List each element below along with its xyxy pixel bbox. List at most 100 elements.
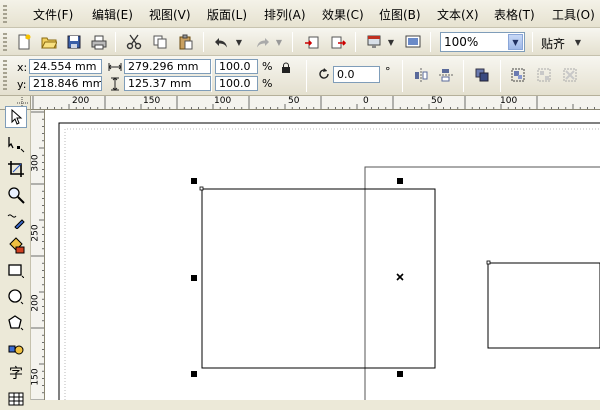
import-button[interactable] [302, 32, 322, 52]
ruler-tick-label: 200 [72, 96, 90, 106]
mirror-horizontal-button[interactable] [412, 66, 430, 84]
property-separator [211, 60, 212, 92]
scale-height-field[interactable]: 100.0 [215, 76, 258, 91]
pick-tool-button[interactable] [5, 106, 27, 128]
export-button[interactable] [328, 32, 348, 52]
lock-ratio-icon[interactable] [279, 61, 293, 75]
property-bar-grip[interactable] [3, 60, 7, 92]
mirror-horizontal-icon [415, 68, 428, 82]
arrange-order-button[interactable] [472, 65, 492, 85]
right-rectangle[interactable] [487, 262, 600, 349]
smart-fill-tool-button[interactable] [5, 234, 27, 256]
scale-width-field[interactable]: 100.0 [215, 59, 258, 74]
selection-handle[interactable] [191, 371, 197, 377]
horizontal-ruler[interactable]: 200 150 100 50 0 50 100 [31, 96, 600, 110]
rectangle-node[interactable] [199, 186, 204, 191]
undo-button[interactable] [212, 32, 232, 52]
menu-arrange[interactable]: 排列(A) [264, 7, 306, 23]
ungroup-objects-button[interactable] [534, 65, 554, 85]
scale-width-percent: % [262, 60, 273, 73]
polygon-tool-button[interactable] [5, 312, 27, 334]
menu-file[interactable]: 文件(F) [33, 7, 73, 23]
application-launcher-dropdown-icon[interactable]: ▼ [386, 34, 396, 50]
printer-icon [91, 35, 107, 50]
page-border [58, 122, 600, 400]
freehand-tool-button[interactable] [5, 209, 27, 231]
table-tool-icon [8, 392, 24, 406]
basic-shapes-tool-button[interactable] [5, 338, 27, 360]
text-tool-button[interactable]: 字 [5, 362, 27, 384]
rotation-angle-field[interactable]: 0.0 [333, 66, 380, 83]
y-position-field[interactable]: 218.846 mm [29, 76, 102, 91]
scale-height-percent: % [262, 77, 273, 90]
crop-tool-icon [8, 161, 24, 177]
new-document-button[interactable] [14, 32, 34, 52]
ruler-tick-label: 50 [288, 96, 300, 106]
menu-bitmaps[interactable]: 位图(B) [379, 7, 421, 23]
save-button[interactable] [64, 32, 84, 52]
ellipse-tool-icon [8, 289, 24, 305]
rectangle-tool-button[interactable] [5, 260, 27, 282]
selected-rectangle[interactable] [201, 188, 436, 369]
menu-grip[interactable] [3, 5, 7, 23]
ellipse-tool-button[interactable] [5, 286, 27, 308]
rectangle-node[interactable] [486, 260, 491, 265]
mirror-vertical-button[interactable] [437, 66, 455, 84]
ungroup-all-icon [563, 68, 577, 82]
open-button[interactable] [39, 32, 59, 52]
menu-tools[interactable]: 工具(O) [552, 7, 595, 23]
welcome-screen-icon [405, 35, 421, 48]
selection-handle[interactable] [191, 178, 197, 184]
redo-button[interactable] [252, 32, 272, 52]
ungroup-all-button[interactable] [560, 65, 580, 85]
menu-text[interactable]: 文本(X) [437, 7, 479, 23]
print-button[interactable] [89, 32, 109, 52]
basic-shapes-icon [8, 345, 24, 355]
property-separator [306, 60, 307, 92]
copy-button[interactable] [150, 32, 170, 52]
selection-handle[interactable] [397, 178, 403, 184]
application-launcher-button[interactable] [364, 32, 384, 52]
object-width-field[interactable]: 279.296 mm [124, 59, 211, 74]
welcome-screen-button[interactable] [403, 32, 423, 52]
cut-button[interactable] [124, 32, 144, 52]
drawing-canvas[interactable] [45, 110, 600, 400]
group-objects-button[interactable] [508, 65, 528, 85]
zoom-dropdown-icon[interactable]: ▼ [508, 34, 523, 50]
x-position-field[interactable]: 24.554 mm [29, 59, 102, 74]
undo-dropdown-icon[interactable]: ▼ [234, 34, 244, 50]
paste-button[interactable] [176, 32, 196, 52]
redo-arrow-icon [257, 38, 269, 48]
selection-handle[interactable] [191, 275, 197, 281]
object-height-field[interactable]: 125.37 mm [124, 76, 211, 91]
redo-dropdown-icon[interactable]: ▼ [274, 34, 284, 50]
menu-table[interactable]: 表格(T) [494, 7, 535, 23]
paste-clipboard-icon [179, 34, 193, 50]
snap-to-dropdown-icon[interactable]: ▼ [573, 34, 583, 50]
snap-to-button[interactable]: 贴齐 [541, 35, 565, 52]
selection-handle[interactable] [397, 371, 403, 377]
menu-effects[interactable]: 效果(C) [322, 7, 364, 23]
toolbar-grip[interactable] [3, 33, 7, 51]
menu-edit[interactable]: 编辑(E) [92, 7, 133, 23]
shape-tool-button[interactable] [5, 133, 27, 155]
crop-tool-button[interactable] [5, 158, 27, 180]
ruler-tick-label: 100 [214, 96, 232, 106]
zoom-level-value: 100% [444, 35, 479, 49]
table-tool-button[interactable] [5, 388, 27, 410]
arrange-order-icon [475, 68, 489, 82]
menu-view[interactable]: 视图(V) [149, 7, 191, 23]
zoom-tool-button[interactable] [5, 184, 27, 206]
vertical-ruler[interactable]: 300 250 200 150 [31, 110, 45, 400]
toolbar-separator [430, 32, 431, 52]
zoom-level-combo[interactable]: 100% ▼ [440, 32, 525, 52]
selection-center-mark[interactable] [396, 273, 404, 281]
undo-arrow-icon [215, 38, 227, 48]
object-height-icon [110, 76, 120, 91]
menu-layout[interactable]: 版面(L) [207, 7, 247, 23]
property-separator [402, 60, 403, 92]
pick-tool-icon [11, 109, 23, 125]
ruler-tick-label: 200 [31, 294, 41, 312]
background-rectangle[interactable] [364, 166, 600, 400]
rectangle-tool-icon [8, 264, 24, 278]
